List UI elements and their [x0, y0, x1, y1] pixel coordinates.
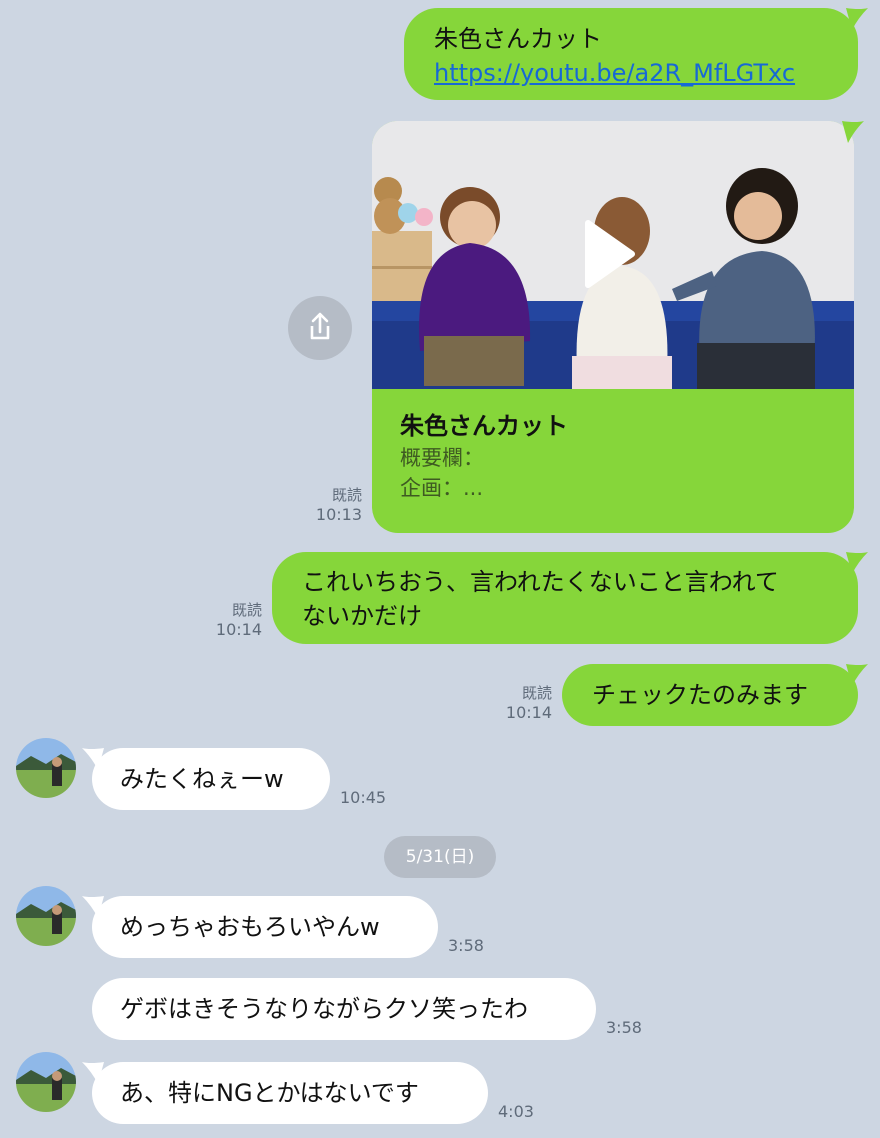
message-text: めっちゃおもろいやんw — [120, 913, 380, 941]
timestamp: 10:45 — [340, 788, 387, 807]
read-receipt-card: 既読 10:13 — [300, 485, 362, 525]
read-receipt: 既読 10:14 — [490, 683, 552, 723]
play-icon[interactable] — [582, 219, 636, 289]
incoming-message[interactable]: ゲボはきそうなりながらクソ笑ったわ — [92, 978, 596, 1040]
card-description-line1: 概要欄： — [400, 446, 484, 470]
bubble-tail — [846, 664, 868, 686]
card-text: 朱色さんカット 概要欄： 企画：... — [400, 409, 568, 503]
incoming-message[interactable]: あ、特にNGとかはないです — [92, 1062, 488, 1124]
avatar[interactable] — [16, 1052, 76, 1112]
bubble-tail — [846, 8, 868, 30]
bubble-tail — [842, 121, 864, 143]
video-preview-card[interactable]: 朱色さんカット 概要欄： 企画：... — [372, 121, 854, 533]
message-text: みたくねぇーw — [120, 765, 284, 793]
date-separator: 5/31(日) — [384, 836, 496, 878]
share-button[interactable] — [288, 296, 352, 360]
incoming-message[interactable]: めっちゃおもろいやんw — [92, 896, 438, 958]
youtube-link[interactable]: https://youtu.be/a2R_MfLGTxc — [434, 56, 858, 90]
avatar[interactable] — [16, 738, 76, 798]
message-text: ゲボはきそうなりながらクソ笑ったわ — [120, 995, 528, 1023]
timestamp: 10:13 — [315, 505, 362, 524]
card-description-line2: 企画：... — [400, 476, 484, 500]
card-title: 朱色さんカット — [400, 412, 568, 440]
outgoing-message[interactable]: チェックたのみます — [562, 664, 858, 726]
message-text: 朱色さんカット — [434, 25, 602, 53]
message-text: チェックたのみます — [592, 681, 808, 709]
message-text-line1: これいちおう、言われたくないこと言われて — [302, 568, 779, 596]
message-text-line2: ないかだけ — [302, 602, 422, 630]
video-thumbnail[interactable] — [372, 121, 854, 389]
outgoing-message-link[interactable]: 朱色さんカット https://youtu.be/a2R_MfLGTxc — [404, 8, 858, 100]
bubble-tail — [846, 552, 868, 574]
timestamp: 4:03 — [498, 1102, 534, 1121]
share-icon — [310, 312, 330, 340]
message-text: あ、特にNGとかはないです — [120, 1079, 419, 1107]
avatar[interactable] — [16, 886, 76, 946]
read-receipt: 既読 10:14 — [200, 600, 262, 640]
timestamp: 10:14 — [505, 703, 552, 722]
incoming-message[interactable]: みたくねぇーw — [92, 748, 330, 810]
timestamp: 10:14 — [215, 620, 262, 639]
timestamp: 3:58 — [448, 936, 484, 955]
timestamp: 3:58 — [606, 1018, 642, 1037]
outgoing-message[interactable]: これいちおう、言われたくないこと言われて ないかだけ — [272, 552, 858, 644]
